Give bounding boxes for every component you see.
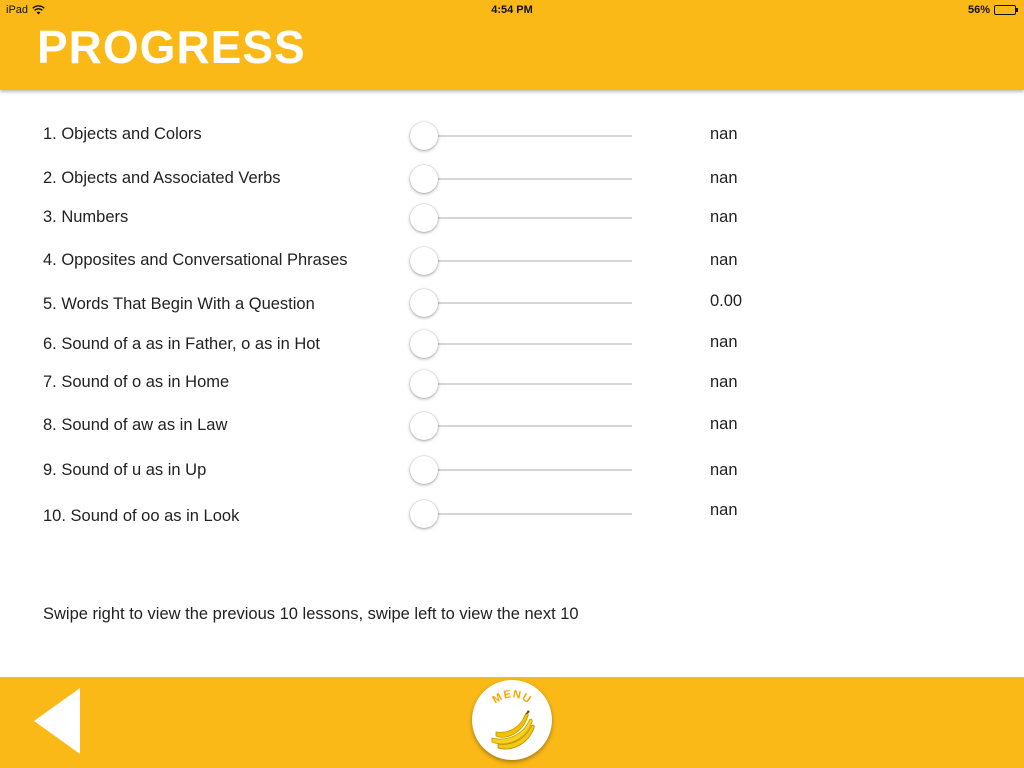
- battery-percent: 56%: [967, 4, 990, 16]
- slider-track: [424, 425, 632, 427]
- lesson-row: 7. Sound of o as in Home nan: [0, 369, 1024, 399]
- triangle-left-icon: [34, 688, 80, 754]
- slider-thumb[interactable]: [410, 165, 438, 193]
- lesson-score: nan: [710, 125, 738, 143]
- lesson-label: 6. Sound of a as in Father, o as in Hot: [43, 335, 321, 353]
- slider-thumb[interactable]: [410, 330, 438, 358]
- lesson-progress-slider[interactable]: [410, 329, 632, 359]
- slider-thumb[interactable]: [410, 370, 438, 398]
- slider-thumb[interactable]: [410, 204, 438, 232]
- slider-track: [424, 469, 632, 471]
- slider-track: [424, 343, 632, 345]
- lesson-progress-slider[interactable]: [410, 121, 632, 151]
- lesson-progress-slider[interactable]: [410, 203, 632, 233]
- lesson-score: nan: [710, 461, 738, 479]
- lesson-label: 7. Sound of o as in Home: [43, 373, 230, 391]
- status-bar-right: 56%: [967, 4, 1018, 16]
- lesson-label: 5. Words That Begin With a Question: [43, 295, 315, 313]
- lesson-progress-slider[interactable]: [410, 499, 632, 529]
- lesson-progress-slider[interactable]: [410, 164, 632, 194]
- back-button[interactable]: [34, 688, 84, 756]
- swipe-hint: Swipe right to view the previous 10 less…: [43, 605, 579, 623]
- lesson-row: 3. Numbers nan: [0, 203, 1024, 233]
- header-bar: iPad 4:54 PM 56% PROGRESS: [0, 0, 1024, 90]
- lesson-score: nan: [710, 333, 738, 351]
- lesson-progress-slider[interactable]: [410, 288, 632, 318]
- slider-thumb[interactable]: [410, 456, 438, 484]
- lesson-row: 6. Sound of a as in Father, o as in Hot n…: [0, 329, 1024, 359]
- lesson-label: 1. Objects and Colors: [43, 125, 202, 143]
- slider-track: [424, 178, 632, 180]
- lesson-score: nan: [710, 415, 738, 433]
- slider-track: [424, 135, 632, 137]
- lesson-label: 8. Sound of aw as in Law: [43, 416, 228, 434]
- menu-badge: MENU: [490, 688, 535, 750]
- lesson-label: 10. Sound of oo as in Look: [43, 507, 240, 525]
- lesson-row: 2. Objects and Associated Verbs nan: [0, 164, 1024, 194]
- slider-track: [424, 217, 632, 219]
- lesson-label: 3. Numbers: [43, 208, 129, 226]
- lesson-score: nan: [710, 501, 738, 519]
- slider-track: [424, 302, 632, 304]
- lesson-score: nan: [710, 373, 738, 391]
- lesson-progress-slider[interactable]: [410, 246, 632, 276]
- lesson-label: 9. Sound of u as in Up: [43, 461, 207, 479]
- lesson-row: 9. Sound of u as in Up nan: [0, 455, 1024, 485]
- lesson-score: 0.00: [710, 292, 743, 310]
- slider-thumb[interactable]: [410, 412, 438, 440]
- slider-thumb[interactable]: [410, 247, 438, 275]
- slider-thumb[interactable]: [410, 500, 438, 528]
- menu-label: MENU: [490, 688, 533, 706]
- lesson-row: 8. Sound of aw as in Law nan: [0, 411, 1024, 441]
- lesson-score: nan: [710, 208, 738, 226]
- lesson-progress-slider[interactable]: [410, 411, 632, 441]
- status-time: 4:54 PM: [491, 4, 533, 16]
- battery-icon: [994, 5, 1018, 15]
- banana-icon: [491, 710, 535, 750]
- lesson-row: 4. Opposites and Conversational Phrases n…: [0, 246, 1024, 276]
- lesson-score: nan: [710, 251, 738, 269]
- lesson-progress-slider[interactable]: [410, 455, 632, 485]
- menu-button[interactable]: MENU: [472, 680, 552, 760]
- slider-track: [424, 383, 632, 385]
- footer-bar: MENU: [0, 677, 1024, 768]
- slider-track: [424, 513, 632, 515]
- slider-thumb[interactable]: [410, 289, 438, 317]
- lesson-label: 2. Objects and Associated Verbs: [43, 169, 281, 187]
- lesson-row: 1. Objects and Colors nan: [0, 121, 1024, 151]
- lesson-row: 10. Sound of oo as in Look nan: [0, 499, 1024, 529]
- lesson-progress-slider[interactable]: [410, 369, 632, 399]
- lesson-label: 4. Opposites and Conversational Phrases: [43, 251, 348, 269]
- slider-thumb[interactable]: [410, 122, 438, 150]
- page-title: PROGRESS: [37, 21, 306, 73]
- lesson-row: 5. Words That Begin With a Question 0.00: [0, 288, 1024, 318]
- slider-track: [424, 260, 632, 262]
- lesson-score: nan: [710, 169, 738, 187]
